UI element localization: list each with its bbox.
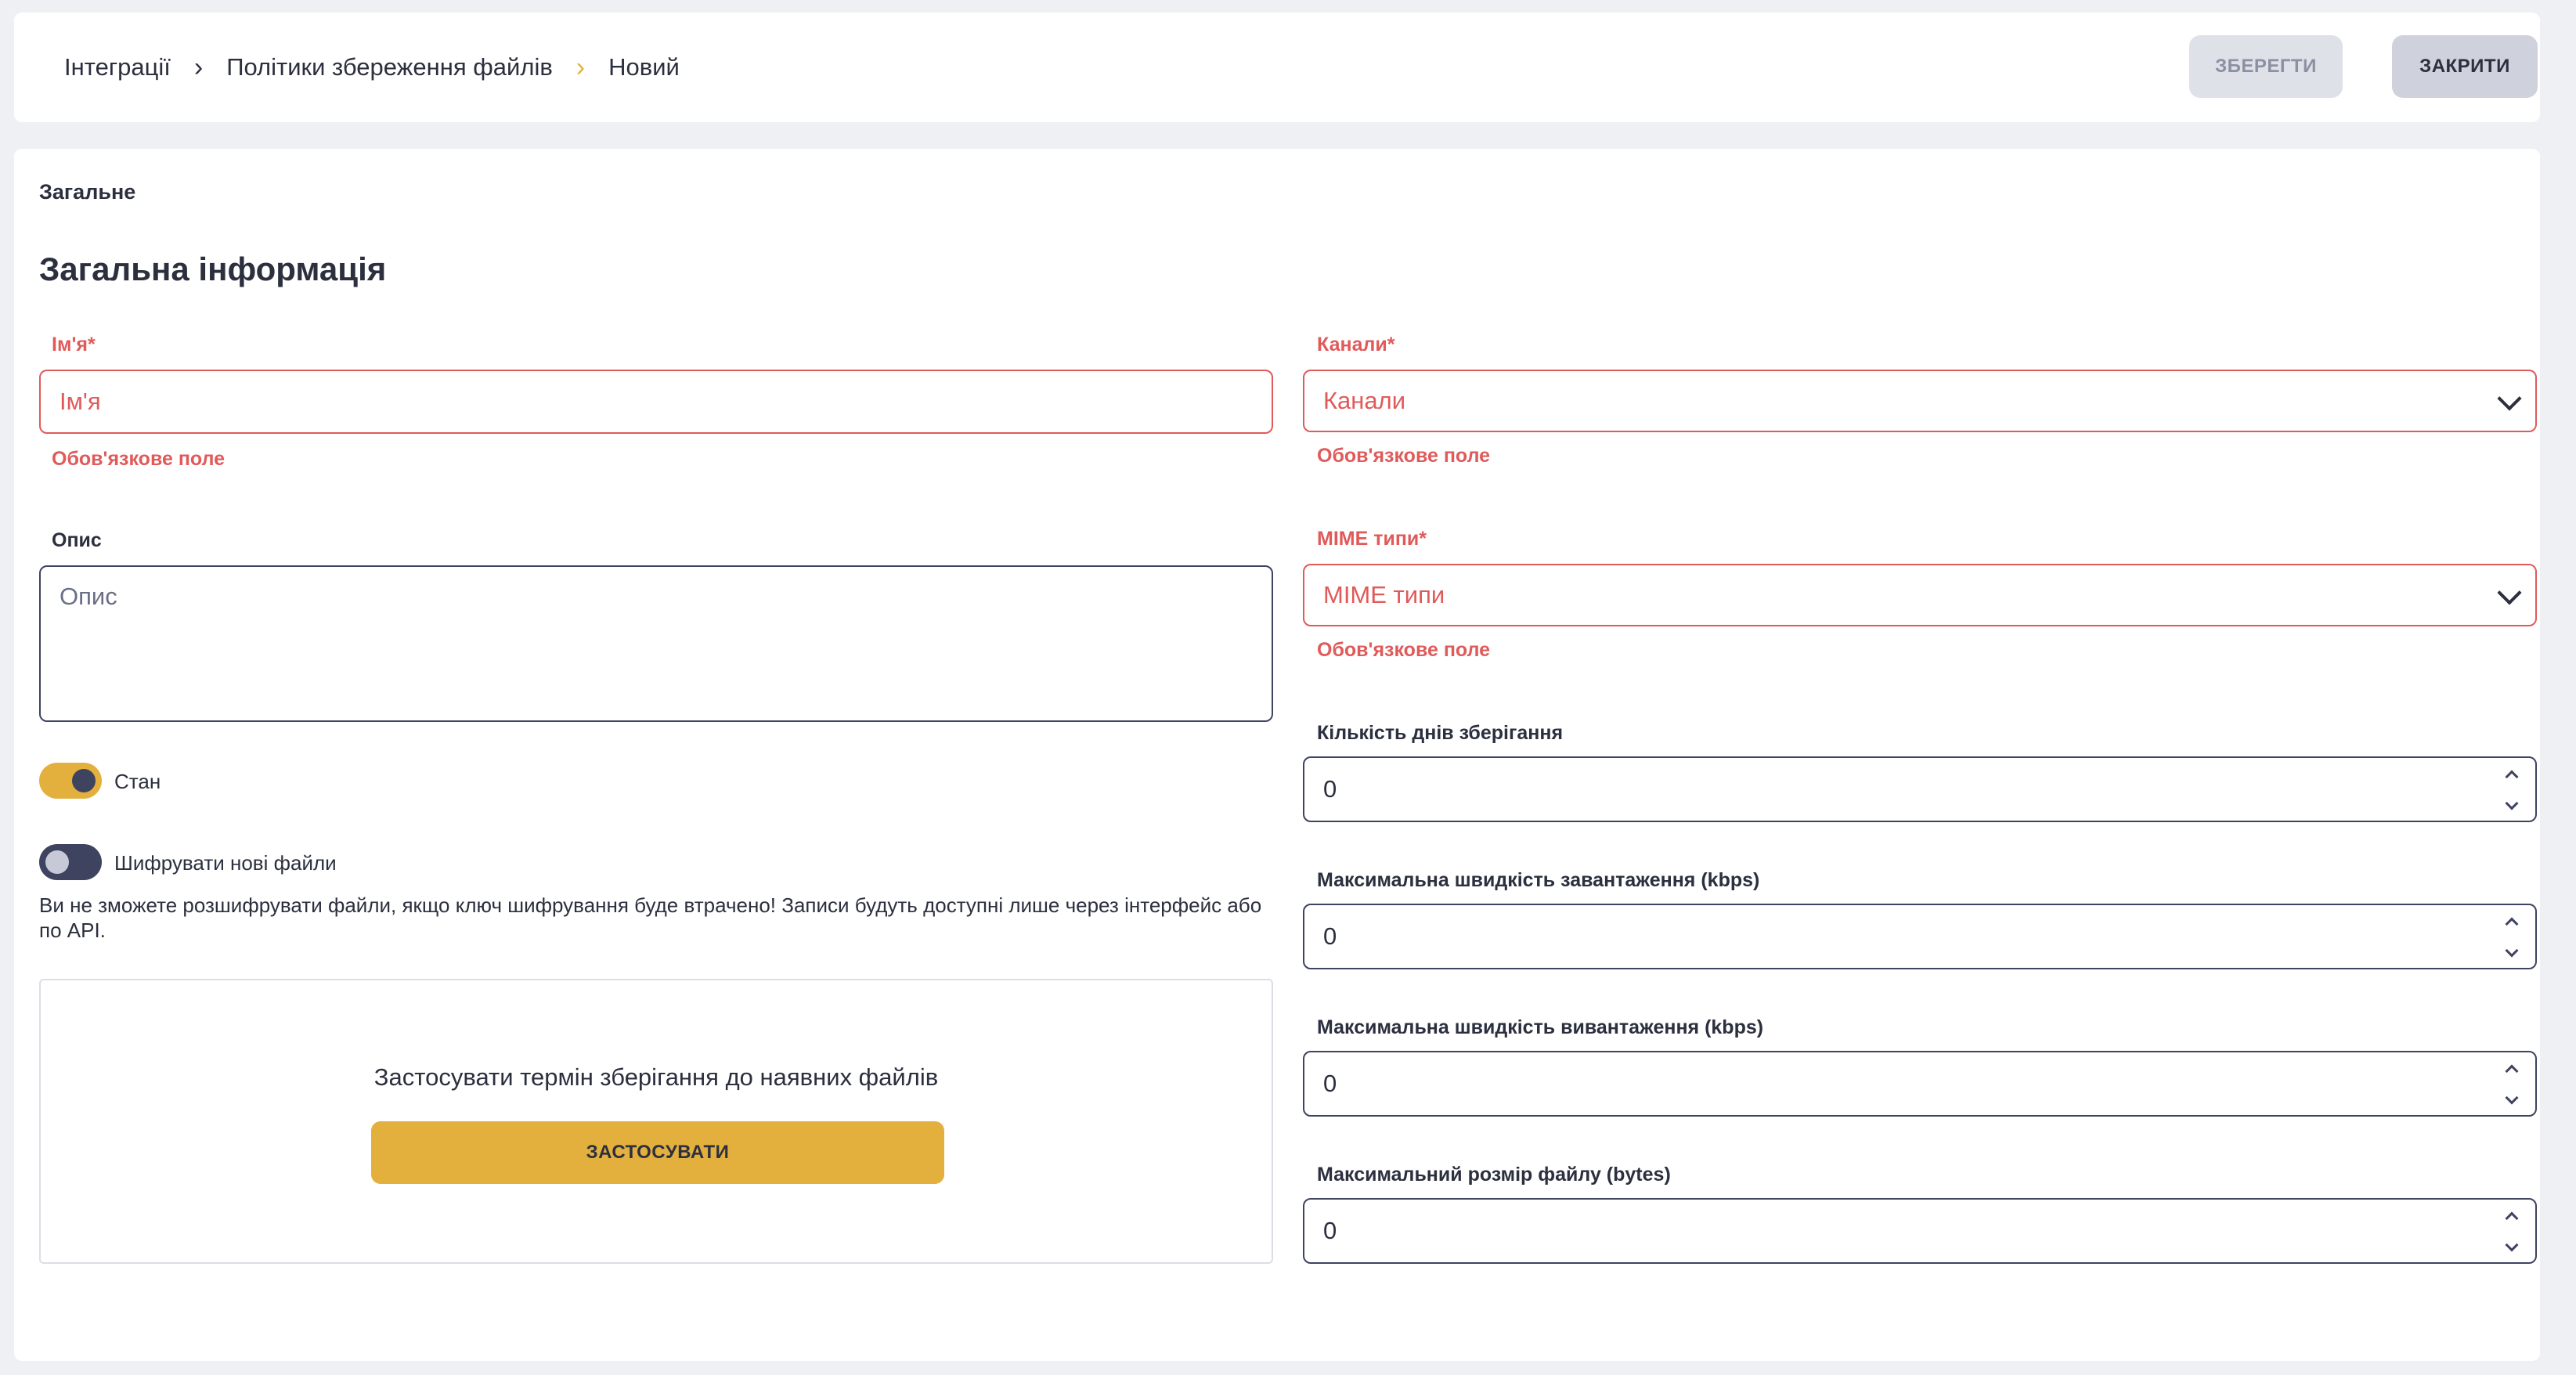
retention-days-value: 0 xyxy=(1323,775,1337,803)
page-header: Інтеграції › Політики збереження файлів … xyxy=(14,13,2540,122)
retention-days-input[interactable]: 0 xyxy=(1303,756,2537,822)
toggle-knob xyxy=(72,769,96,792)
breadcrumb-file-retention-policies[interactable]: Політики збереження файлів xyxy=(226,53,553,81)
toggle-knob xyxy=(45,850,69,874)
description-label: Опис xyxy=(52,529,102,551)
description-placeholder: Опис xyxy=(60,583,117,610)
chevron-right-icon: › xyxy=(575,52,586,82)
channels-error: Обов'язкове поле xyxy=(1317,445,1491,467)
chevron-down-icon[interactable] xyxy=(2505,1091,2519,1105)
section-title: Загальна інформація xyxy=(39,251,387,287)
save-button[interactable]: ЗБЕРЕГТИ xyxy=(2189,35,2343,98)
chevron-up-icon[interactable] xyxy=(2505,770,2519,784)
chevron-down-icon[interactable] xyxy=(2505,1238,2519,1252)
apply-retention-card: Застосувати термін зберігання до наявних… xyxy=(39,979,1273,1264)
max-size-input[interactable]: 0 xyxy=(1303,1198,2537,1264)
max-upload-label: Максимальна швидкість завантаження (kbps… xyxy=(1317,869,1760,891)
name-error: Обов'язкове поле xyxy=(52,448,225,470)
channels-select[interactable]: Канали xyxy=(1303,370,2537,432)
chevron-down-icon[interactable] xyxy=(2505,796,2519,810)
state-label: Стан xyxy=(114,770,161,793)
chevron-down-icon xyxy=(2497,580,2522,605)
name-input[interactable]: Ім'я xyxy=(39,370,1273,434)
max-download-input[interactable]: 0 xyxy=(1303,1051,2537,1117)
mime-select[interactable]: MIME типи xyxy=(1303,564,2537,626)
name-label: Ім'я* xyxy=(52,334,96,355)
chevron-up-icon[interactable] xyxy=(2505,917,2519,931)
mime-error: Обов'язкове поле xyxy=(1317,639,1491,661)
max-upload-input[interactable]: 0 xyxy=(1303,904,2537,969)
encrypt-toggle[interactable] xyxy=(39,844,102,880)
chevron-down-icon[interactable] xyxy=(2505,944,2519,958)
mime-placeholder: MIME типи xyxy=(1323,581,1445,608)
name-placeholder: Ім'я xyxy=(60,388,101,415)
breadcrumb-integrations[interactable]: Інтеграції xyxy=(64,53,171,81)
chevron-down-icon xyxy=(2497,386,2522,411)
breadcrumb: Інтеграції › Політики збереження файлів … xyxy=(64,13,680,122)
close-button[interactable]: ЗАКРИТИ xyxy=(2392,35,2538,98)
breadcrumb-new: Новий xyxy=(608,53,680,81)
chevron-up-icon[interactable] xyxy=(2505,1211,2519,1225)
description-textarea[interactable]: Опис xyxy=(39,565,1273,722)
max-size-value: 0 xyxy=(1323,1217,1337,1244)
max-download-label: Максимальна швидкість вивантаження (kbps… xyxy=(1317,1016,1764,1038)
max-upload-value: 0 xyxy=(1323,922,1337,950)
mime-label: MIME типи* xyxy=(1317,528,1427,550)
channels-label: Канали* xyxy=(1317,334,1395,355)
state-toggle[interactable] xyxy=(39,763,102,799)
retention-days-label: Кількість днів зберігання xyxy=(1317,722,1564,744)
apply-button[interactable]: ЗАСТОСУВАТИ xyxy=(371,1121,944,1184)
tab-general[interactable]: Загальне xyxy=(39,180,135,204)
chevron-right-icon: › xyxy=(193,52,204,82)
max-download-value: 0 xyxy=(1323,1070,1337,1097)
chevron-up-icon[interactable] xyxy=(2505,1064,2519,1078)
encrypt-warning: Ви не зможете розшифрувати файли, якщо к… xyxy=(39,893,1262,942)
main-panel: Загальне Загальна інформація Ім'я* Ім'я … xyxy=(14,149,2540,1361)
max-size-label: Максимальний розмір файлу (bytes) xyxy=(1317,1164,1671,1186)
encrypt-label: Шифрувати нові файли xyxy=(114,851,337,875)
apply-retention-text: Застосувати термін зберігання до наявних… xyxy=(373,1063,939,1091)
channels-placeholder: Канали xyxy=(1323,387,1406,414)
